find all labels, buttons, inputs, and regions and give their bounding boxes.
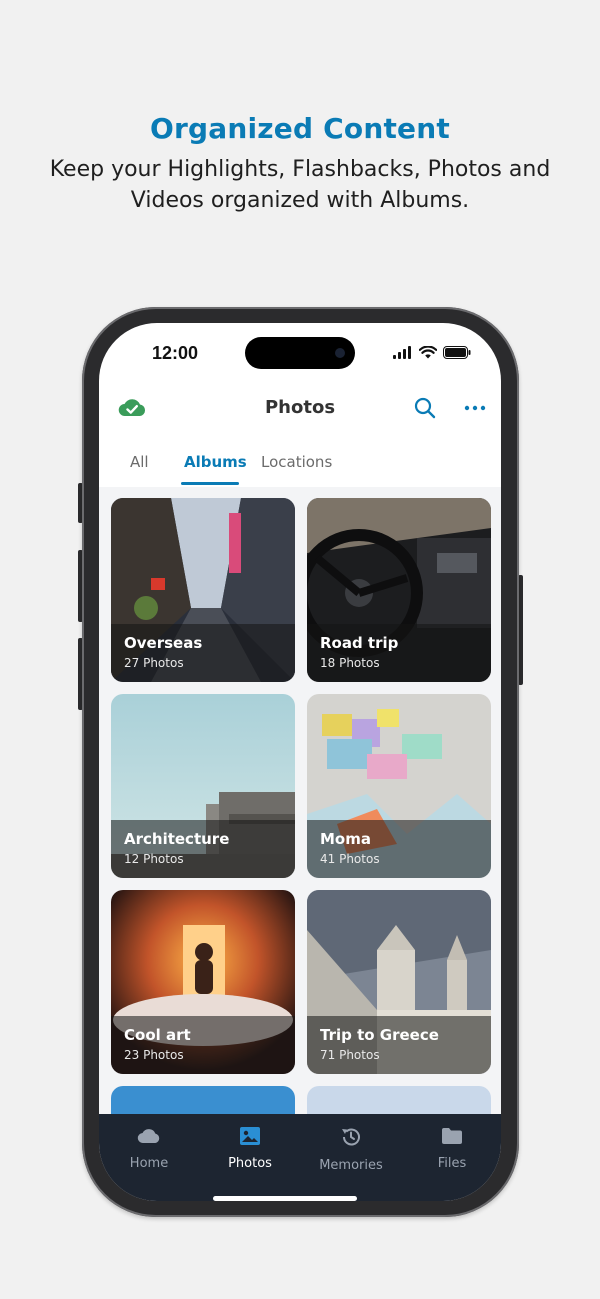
album-tabs: All Albums Locations [99, 445, 501, 488]
search-icon[interactable] [413, 396, 437, 420]
status-time: 12:00 [152, 343, 199, 363]
album-caption-bg [111, 624, 295, 682]
nav-photos[interactable]: Photos [205, 1126, 295, 1171]
nav-label: Files [437, 1156, 467, 1171]
wifi-icon [419, 346, 437, 359]
album-card-road-trip[interactable]: Road trip 18 Photos [307, 498, 491, 682]
status-bar: 12:00 [99, 323, 501, 381]
image-icon [240, 1127, 260, 1145]
album-card-cool-art[interactable]: Cool art 23 Photos [111, 890, 295, 1074]
nav-label: Home [129, 1156, 169, 1171]
battery-icon [443, 346, 471, 359]
bottom-nav: Home Photos Memories Files [99, 1114, 501, 1201]
album-name: Road trip [320, 634, 399, 652]
nav-label: Memories [319, 1158, 383, 1173]
album-name: Cool art [124, 1026, 191, 1044]
album-count: 12 Photos [124, 852, 184, 866]
album-grid: Overseas 27 Photos Road trip 18 Photos A… [99, 487, 501, 1127]
album-card-moma[interactable]: Moma 41 Photos [307, 694, 491, 878]
album-name: Moma [320, 830, 371, 848]
album-card-architecture[interactable]: Architecture 12 Photos [111, 694, 295, 878]
history-icon [342, 1128, 360, 1146]
dynamic-island [245, 337, 355, 369]
nav-files[interactable]: Files [407, 1126, 497, 1171]
tab-albums[interactable]: Albums [184, 453, 247, 471]
tab-all[interactable]: All [130, 453, 149, 471]
album-caption-bg [307, 624, 491, 682]
album-name: Overseas [124, 634, 203, 652]
nav-label: Photos [228, 1156, 272, 1171]
album-count: 18 Photos [320, 656, 380, 670]
tab-locations[interactable]: Locations [261, 453, 332, 471]
album-caption-bg [111, 1016, 295, 1074]
album-card-trip-to-greece[interactable]: Trip to Greece 71 Photos [307, 890, 491, 1074]
album-name: Trip to Greece [320, 1026, 439, 1044]
nav-home[interactable]: Home [104, 1126, 194, 1171]
album-count: 23 Photos [124, 1048, 184, 1062]
promo-headline: Organized Content [150, 112, 450, 145]
album-count: 27 Photos [124, 656, 184, 670]
home-indicator[interactable] [213, 1196, 357, 1201]
nav-memories[interactable]: Memories [306, 1126, 396, 1173]
album-count: 41 Photos [320, 852, 380, 866]
album-name: Architecture [124, 830, 230, 848]
app-bar: Photos [99, 381, 501, 437]
camera-dot [335, 348, 345, 358]
page-title: Photos [264, 397, 336, 418]
more-options-icon[interactable] [463, 396, 487, 420]
album-count: 71 Photos [320, 1048, 380, 1062]
folder-icon [442, 1128, 462, 1144]
album-caption-bg [307, 820, 491, 878]
phone-screen: 12:00 Photos All Albums Locations Overse… [99, 323, 501, 1201]
album-card-overseas[interactable]: Overseas 27 Photos [111, 498, 295, 682]
cloud-icon [137, 1129, 160, 1144]
album-caption-bg [111, 820, 295, 878]
promo-subline: Keep your Highlights, Flashbacks, Photos… [49, 157, 551, 213]
active-tab-indicator [181, 482, 239, 485]
signal-icon [393, 346, 411, 359]
album-caption-bg [307, 1016, 491, 1074]
